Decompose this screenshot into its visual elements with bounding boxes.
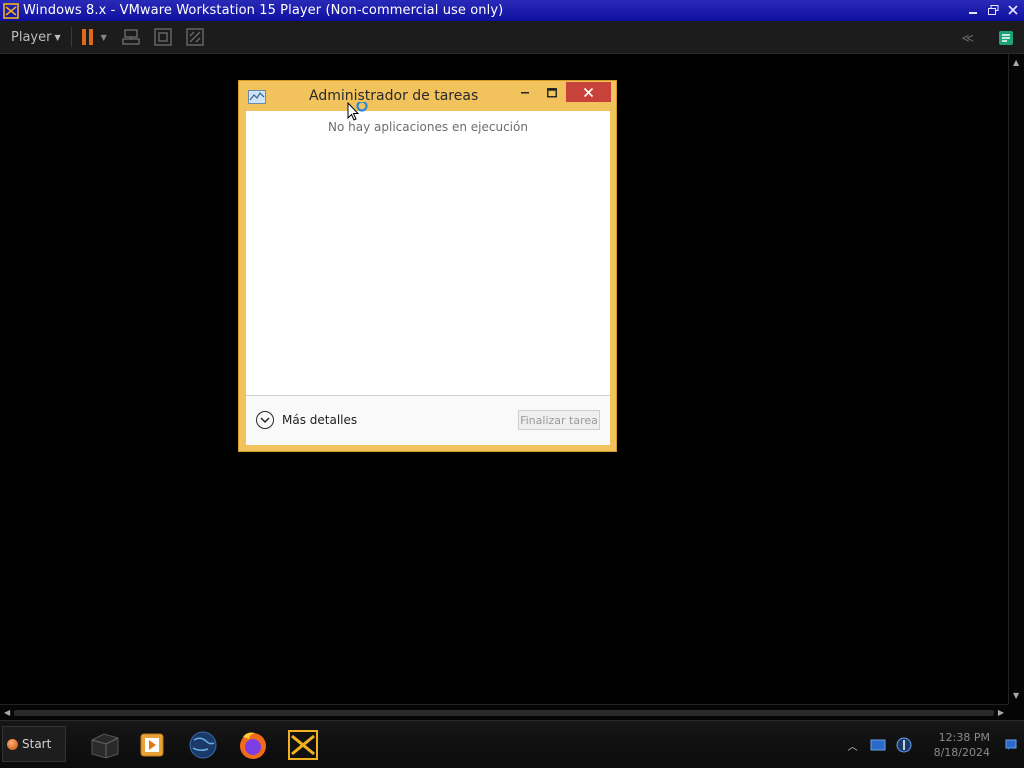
notes-button[interactable] [996,28,1016,48]
system-tray: ︿ 12:38 PM 8/18/2024 [848,721,1024,768]
taskbar-app-media-player[interactable] [134,727,170,763]
pause-button[interactable]: ▼ [81,29,107,45]
host-minimize-button[interactable] [964,2,982,18]
show-hidden-icons-button[interactable]: ︿ [848,738,858,753]
maximize-button[interactable] [542,85,562,101]
close-button[interactable] [566,82,611,102]
task-manager-title: Administrador de tareas [309,88,479,104]
end-task-button[interactable]: Finalizar tarea [518,410,600,430]
screen: Windows 8.x - VMware Workstation 15 Play… [0,0,1024,768]
vmware-icon [288,730,318,760]
vmware-logo-icon [2,2,20,20]
caret-down-icon: ▼ [100,32,107,42]
close-icon [583,87,594,97]
taskbar-app-browser-globe[interactable] [185,727,221,763]
toolbar-divider [70,27,72,47]
host-taskbar: Start ︿ 12:38 PM 8/18/2024 [0,720,1024,768]
scrollbar-track[interactable] [14,710,994,716]
task-manager-icon [248,89,266,104]
browser-globe-icon [189,731,217,759]
scroll-right-icon[interactable]: ▶ [998,708,1004,717]
vertical-scrollbar[interactable]: ▲ ▼ [1008,54,1024,704]
firefox-icon [240,732,266,759]
scroll-down-icon[interactable]: ▼ [1013,691,1019,700]
start-button[interactable]: Start [2,726,66,762]
minimize-icon [521,92,529,94]
task-manager-content: No hay aplicaciones en ejecución Más det… [246,111,610,445]
task-manager-window: Administrador de tareas No hay aplicacio… [238,80,617,452]
busy-cursor-icon [347,100,371,126]
scroll-up-icon[interactable]: ▲ [1013,58,1019,67]
player-menu-button[interactable]: Player ▼ [11,30,61,45]
more-details-button[interactable]: Más detalles [256,411,357,429]
clock-time: 12:38 PM [938,731,990,744]
host-titlebar: Windows 8.x - VMware Workstation 15 Play… [0,0,1024,21]
notes-icon [999,30,1013,45]
scroll-left-icon[interactable]: ◀ [4,708,10,717]
more-details-label: Más detalles [282,413,358,427]
collapse-toolbar-button[interactable]: ≪ [961,31,974,45]
maximize-icon [547,88,557,98]
host-restore-button[interactable] [984,2,1002,18]
host-window-title: Windows 8.x - VMware Workstation 15 Play… [23,3,504,18]
application-list[interactable]: No hay aplicaciones en ejecución [246,111,610,396]
pause-icon [81,29,93,45]
media-player-icon [140,733,164,757]
chevron-down-icon [256,411,274,429]
taskbar-app-file-manager[interactable] [86,727,122,763]
horizontal-scrollbar[interactable]: ◀ ▶ [0,704,1008,720]
notification-icon [1005,739,1017,750]
caret-down-icon: ▼ [54,32,61,42]
start-label: Start [22,737,52,751]
start-orb-icon [7,738,18,750]
minimize-button[interactable] [515,85,535,101]
taskbar-app-firefox[interactable] [235,727,271,763]
player-menu-label: Player [11,29,52,45]
player-toolbar: Player ▼ ▼ ≪ [0,21,1024,54]
host-close-button[interactable] [1004,2,1022,18]
task-manager-footer: Más detalles Finalizar tarea [246,396,610,445]
toolbar-right: ≪ [961,21,1024,54]
keyboard-network-icon [122,29,140,45]
fullscreen-icon [154,28,172,46]
empty-list-message: No hay aplicaciones en ejecución [328,120,528,134]
clock-date: 8/18/2024 [933,746,990,759]
network-tray-icon[interactable] [870,737,886,753]
unity-button[interactable] [185,27,205,47]
taskbar-app-vmware[interactable] [285,727,321,763]
taskbar-clock[interactable]: 12:38 PM 8/18/2024 [934,730,990,760]
unity-icon [186,28,204,46]
host-window-controls [964,2,1022,18]
file-manager-icon [91,733,119,759]
antivirus-tray-icon[interactable] [896,737,912,753]
scroll-corner [1008,704,1024,720]
action-center-button[interactable] [1004,738,1018,752]
send-ctrl-alt-del-button[interactable] [121,27,141,47]
fullscreen-button[interactable] [153,27,173,47]
